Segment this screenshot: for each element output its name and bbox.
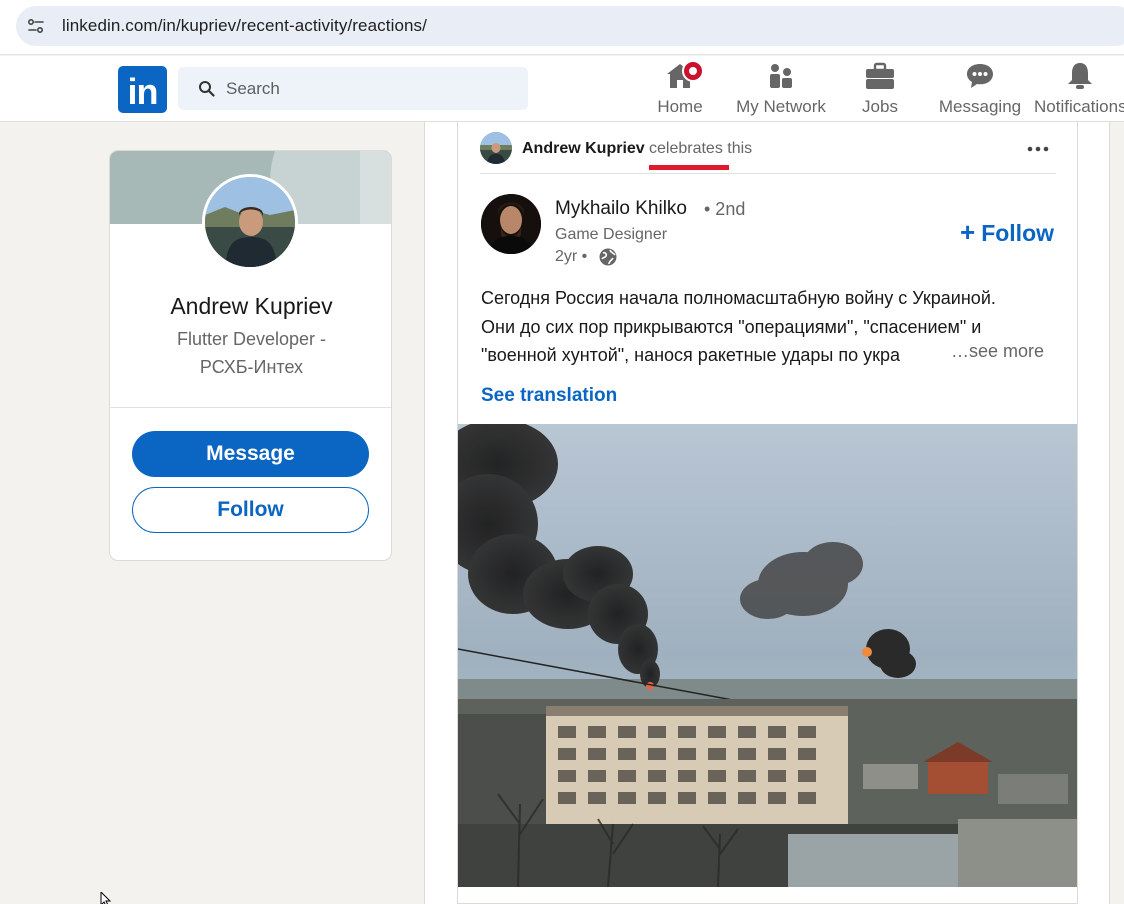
connection-degree: • 2nd (704, 199, 746, 219)
more-options-icon[interactable] (1025, 137, 1051, 161)
highlight-underline (649, 165, 729, 170)
see-translation-link[interactable]: See translation (481, 385, 617, 407)
actor-avatar[interactable] (480, 132, 512, 164)
url-text[interactable]: linkedin.com/in/kupriev/recent-activity/… (62, 16, 427, 36)
address-box[interactable]: linkedin.com/in/kupriev/recent-activity/… (16, 6, 1124, 46)
actor-photo (480, 132, 512, 164)
activity-actor-name[interactable]: Andrew Kupriev (522, 140, 645, 158)
nav-messaging-label: Messaging (938, 97, 1022, 116)
author-avatar[interactable] (481, 194, 541, 254)
nav-my-network[interactable]: My Network (733, 60, 829, 120)
nav-notifications[interactable]: Notifications (1032, 60, 1124, 120)
profile-card: Andrew Kupriev Flutter Developer - РСХБ-… (109, 150, 392, 561)
search-icon (199, 81, 215, 97)
profile-name[interactable]: Andrew Kupriev (110, 293, 391, 320)
briefcase-icon (866, 62, 894, 89)
profile-photo (205, 177, 295, 267)
post-text-line: "военной хунтой", нанося ракетные удары … (481, 345, 900, 365)
post-image[interactable] (458, 424, 1077, 887)
follow-profile-button[interactable]: Follow (132, 487, 369, 533)
profile-headline: Flutter Developer - РСХБ-Интех (176, 329, 327, 377)
site-info-icon[interactable] (26, 16, 46, 36)
nav-my-network-label: My Network (736, 97, 826, 116)
linkedin-logo[interactable]: in (118, 66, 167, 113)
nav-notifications-label: Notifications (1034, 97, 1124, 116)
plus-icon: + (960, 217, 976, 247)
activity-verb: celebrates this (649, 140, 753, 157)
post-text-line: Сегодня Россия начала полномасштабную во… (481, 288, 996, 308)
nav-home-label: Home (657, 97, 703, 116)
search-input[interactable] (226, 67, 516, 110)
post-photo (458, 424, 1077, 887)
globe-icon (599, 248, 617, 266)
nav-jobs[interactable]: Jobs (850, 60, 910, 120)
follow-author-button[interactable]: + Follow (960, 217, 1054, 248)
network-icon (770, 64, 792, 88)
see-more-button[interactable]: …see more (949, 341, 1045, 362)
message-button[interactable]: Message (132, 431, 369, 477)
divider (110, 407, 391, 408)
bell-icon (1068, 63, 1092, 89)
post-timestamp: 2yr • (555, 248, 588, 265)
notification-badge (682, 60, 704, 82)
profile-avatar[interactable] (202, 174, 298, 270)
activity-header: Andrew Kupriev celebrates this (480, 132, 1056, 174)
nav-home[interactable]: Home (650, 60, 710, 120)
post-text-line: Они до сих пор прикрываются "операциями"… (481, 316, 982, 337)
global-nav: in Home My Network Jobs (0, 56, 1124, 122)
post-author-title: Game Designer (555, 226, 668, 243)
messaging-icon (967, 64, 993, 88)
search-box[interactable] (178, 67, 528, 110)
follow-author-label: Follow (981, 220, 1055, 246)
nav-messaging[interactable]: Messaging (938, 60, 1022, 120)
post-author-name[interactable]: Mykhailo Khilko (555, 198, 687, 220)
browser-url-bar: linkedin.com/in/kupriev/recent-activity/… (0, 0, 1124, 55)
author-photo (481, 194, 541, 254)
nav-jobs-label: Jobs (862, 97, 898, 116)
mouse-cursor-icon (100, 892, 112, 904)
